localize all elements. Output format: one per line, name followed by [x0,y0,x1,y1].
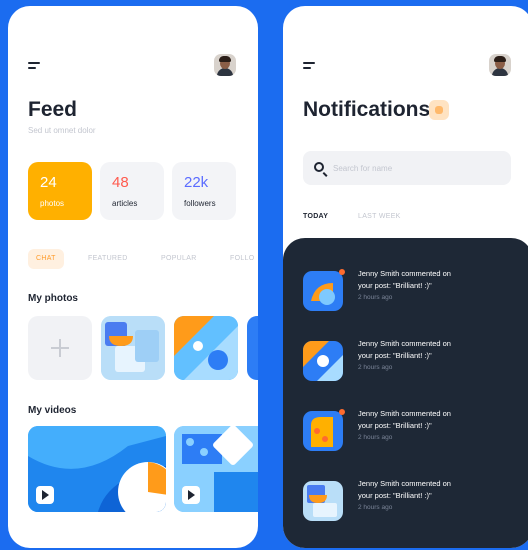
notification-item[interactable]: Jenny Smith commented on your post: "Bri… [303,338,523,388]
page-subtitle: Sed ut omnet dolor [28,126,96,135]
feed-screen: Feed Sed ut omnet dolor 24 photos 48 art… [8,6,258,548]
tab-popular[interactable]: POPULAR [161,249,197,269]
video-thumbnail[interactable] [174,426,258,512]
notification-list: Jenny Smith commented on your post: "Bri… [283,238,528,548]
notification-thumbnail [303,411,343,451]
notification-text: Jenny Smith commented on your post: "Bri… [358,268,523,292]
photo-thumbnail[interactable] [247,316,258,380]
tab-today[interactable]: TODAY [303,213,328,220]
notification-line: Jenny Smith commented on [358,409,451,418]
notification-text: Jenny Smith commented on your post: "Bri… [358,338,523,362]
my-videos-heading: My videos [28,405,77,416]
stat-label: photos [40,199,65,208]
avatar[interactable] [489,54,511,76]
notification-line: your post: "Brilliant! :)" [358,351,432,360]
notification-line: your post: "Brilliant! :)" [358,491,432,500]
play-icon[interactable] [182,486,200,504]
notification-thumbnail [303,481,343,521]
stat-value: 22k [184,174,209,191]
notification-time: 2 hours ago [358,434,393,441]
notification-time: 2 hours ago [358,294,393,301]
notification-item[interactable]: Jenny Smith commented on your post: "Bri… [303,408,523,458]
notification-text: Jenny Smith commented on your post: "Bri… [358,408,523,432]
tab-chat[interactable]: CHAT [28,249,64,269]
menu-icon[interactable] [28,62,42,70]
feed-tabs: CHAT FEATURED POPULAR FOLLO [28,249,258,273]
notification-item[interactable]: Jenny Smith commented on your post: "Bri… [303,268,523,318]
tab-last-week[interactable]: LAST WEEK [358,213,401,220]
stat-label: articles [112,199,138,208]
avatar[interactable] [214,54,236,76]
add-photo-button[interactable] [28,316,92,380]
unread-dot [339,409,345,415]
unread-dot [339,269,345,275]
play-icon[interactable] [36,486,54,504]
video-thumbnail[interactable] [28,426,166,512]
notification-text: Jenny Smith commented on your post: "Bri… [358,478,523,502]
photo-thumbnail[interactable] [101,316,165,380]
notification-item[interactable]: Jenny Smith commented on your post: "Bri… [303,478,523,528]
stat-photos[interactable]: 24 photos [28,162,92,220]
stat-followers[interactable]: 22k followers [172,162,236,220]
tab-featured[interactable]: FEATURED [88,249,128,269]
notification-thumbnail [303,341,343,381]
notification-time: 2 hours ago [358,364,393,371]
stat-articles[interactable]: 48 articles [100,162,164,220]
notification-line: your post: "Brilliant! :)" [358,421,432,430]
notification-time: 2 hours ago [358,504,393,511]
notification-line: Jenny Smith commented on [358,479,451,488]
my-photos-heading: My photos [28,293,78,304]
page-title: Notifications [303,98,431,121]
photo-thumbnail[interactable] [174,316,238,380]
abstract-artwork-image [174,316,238,380]
notification-line: your post: "Brilliant! :)" [358,281,432,290]
search-icon[interactable] [314,162,324,172]
bell-icon[interactable] [429,100,449,120]
stat-label: followers [184,199,216,208]
notification-line: Jenny Smith commented on [358,339,451,348]
add-icon [51,339,69,357]
notification-line: Jenny Smith commented on [358,269,451,278]
tab-following[interactable]: FOLLO [230,249,254,269]
abstract-artwork-image [101,316,165,380]
page-title: Feed [28,98,78,121]
menu-icon[interactable] [303,62,317,70]
stat-value: 48 [112,174,129,191]
search-box [303,151,511,185]
notifications-screen: Notifications TODAY LAST WEEK Jenny Smit… [283,6,528,548]
stat-value: 24 [40,174,57,191]
search-input[interactable] [333,159,503,177]
notification-thumbnail [303,271,343,311]
